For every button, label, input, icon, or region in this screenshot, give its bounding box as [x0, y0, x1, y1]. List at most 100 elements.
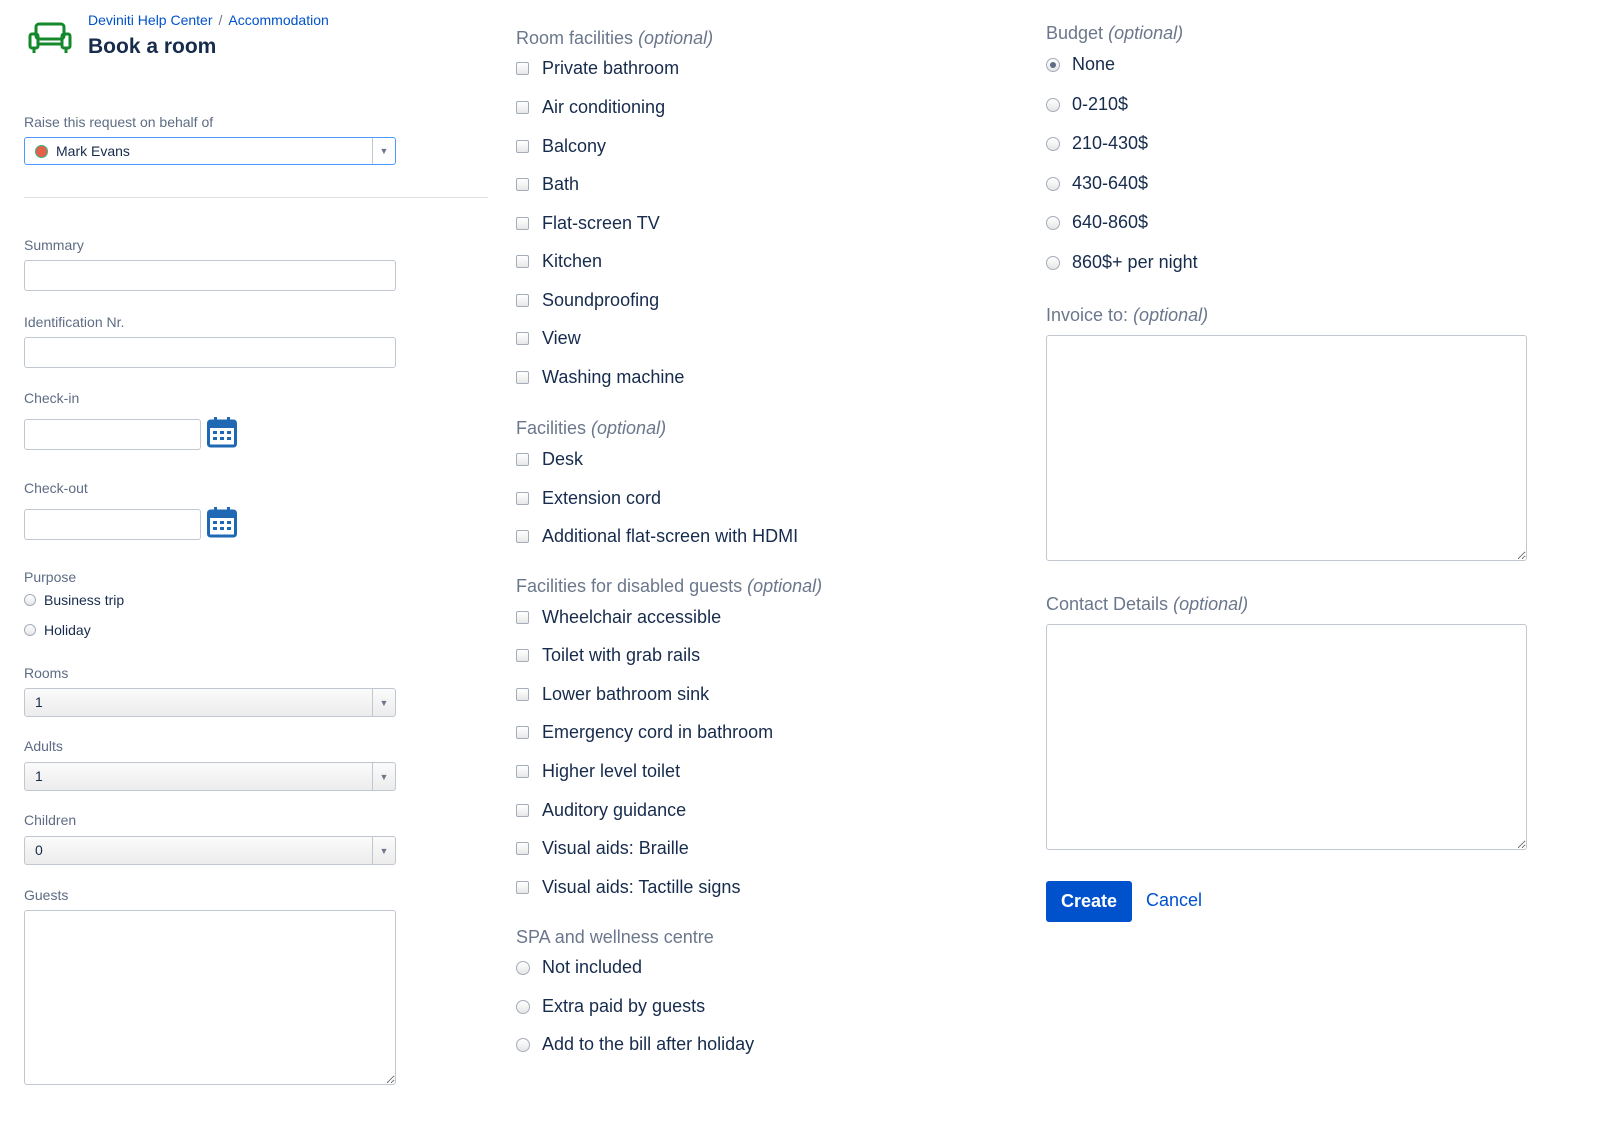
checkbox-auditory-guidance[interactable]: Auditory guidance: [516, 800, 686, 821]
radio-button[interactable]: [1046, 136, 1060, 151]
budget-option-0-210[interactable]: 0-210$: [1046, 94, 1128, 115]
radio-label: Not included: [542, 957, 643, 977]
summary-input[interactable]: [24, 260, 396, 291]
checkbox[interactable]: [516, 217, 529, 230]
rooms-select[interactable]: 1 ▼: [24, 688, 396, 717]
budget-label: Budget (optional): [1046, 23, 1183, 44]
adults-value: 1: [35, 768, 43, 784]
create-button[interactable]: Create: [1046, 881, 1132, 922]
children-select[interactable]: 0 ▼: [24, 836, 396, 865]
radio-label: None: [1072, 54, 1116, 74]
purpose-option-label: Holiday: [44, 622, 91, 638]
checkbox[interactable]: [516, 101, 529, 114]
radio-button[interactable]: [24, 624, 36, 636]
radio-button[interactable]: [516, 999, 530, 1014]
spa-option-not-included[interactable]: Not included: [516, 957, 642, 978]
checkbox-extension-cord[interactable]: Extension cord: [516, 488, 661, 509]
checkbox[interactable]: [516, 140, 529, 153]
adults-select[interactable]: 1 ▼: [24, 762, 396, 791]
radio-button[interactable]: [1046, 215, 1060, 230]
radio-button[interactable]: [1046, 176, 1060, 191]
checkbox[interactable]: [516, 765, 529, 778]
checkbox-visual-aids-tactile[interactable]: Visual aids: Tactille signs: [516, 877, 740, 898]
calendar-icon[interactable]: [207, 416, 237, 448]
checkbox-washing-machine[interactable]: Washing machine: [516, 367, 684, 388]
behalf-label: Raise this request on behalf of: [24, 114, 214, 130]
checkbox[interactable]: [516, 649, 529, 662]
invoice-textarea[interactable]: [1046, 335, 1527, 561]
budget-option-210-430[interactable]: 210-430$: [1046, 133, 1148, 154]
checkbox[interactable]: [516, 688, 529, 701]
radio-button[interactable]: [516, 1037, 530, 1052]
checkbox-label: Visual aids: Tactille signs: [542, 877, 741, 897]
checkbox[interactable]: [516, 492, 529, 505]
invoice-title: Invoice to:: [1046, 305, 1129, 325]
optional-tag: (optional): [638, 28, 714, 48]
budget-option-430-640[interactable]: 430-640$: [1046, 173, 1148, 194]
radio-button[interactable]: [1046, 57, 1060, 72]
checkbox-bath[interactable]: Bath: [516, 174, 579, 195]
contact-title: Contact Details: [1046, 594, 1169, 614]
checkbox[interactable]: [516, 294, 529, 307]
radio-button[interactable]: [1046, 255, 1060, 270]
radio-button[interactable]: [516, 960, 530, 975]
radio-button[interactable]: [1046, 97, 1060, 112]
checkbox-emergency-cord[interactable]: Emergency cord in bathroom: [516, 722, 773, 743]
radio-button[interactable]: [24, 594, 36, 606]
calendar-icon[interactable]: [207, 506, 237, 538]
cancel-link[interactable]: Cancel: [1146, 890, 1202, 911]
checkbox-view[interactable]: View: [516, 328, 581, 349]
checkbox-balcony[interactable]: Balcony: [516, 136, 606, 157]
chevron-down-icon: ▼: [372, 689, 395, 716]
idnr-label: Identification Nr.: [24, 314, 125, 330]
checkin-input[interactable]: [24, 419, 201, 450]
checkbox-desk[interactable]: Desk: [516, 449, 583, 470]
checkbox-label: Auditory guidance: [542, 800, 687, 820]
checkbox-higher-level-toilet[interactable]: Higher level toilet: [516, 761, 680, 782]
budget-option-860-plus[interactable]: 860$+ per night: [1046, 252, 1198, 273]
checkbox[interactable]: [516, 842, 529, 855]
checkbox-flat-screen-tv[interactable]: Flat-screen TV: [516, 213, 660, 234]
checkbox-wheelchair-accessible[interactable]: Wheelchair accessible: [516, 607, 721, 628]
checkbox-lower-bathroom-sink[interactable]: Lower bathroom sink: [516, 684, 709, 705]
breadcrumb-help-center[interactable]: Deviniti Help Center: [88, 12, 213, 28]
checkbox-label: Visual aids: Braille: [542, 838, 689, 858]
rooms-label: Rooms: [24, 665, 69, 681]
checkbox[interactable]: [516, 530, 529, 543]
checkbox-visual-aids-braille[interactable]: Visual aids: Braille: [516, 838, 689, 859]
checkout-input[interactable]: [24, 509, 201, 540]
budget-option-none[interactable]: None: [1046, 54, 1115, 75]
spa-option-add-to-bill[interactable]: Add to the bill after holiday: [516, 1034, 754, 1055]
guests-textarea[interactable]: [24, 910, 396, 1085]
checkbox[interactable]: [516, 332, 529, 345]
purpose-option-holiday[interactable]: Holiday: [24, 622, 91, 638]
checkbox[interactable]: [516, 881, 529, 894]
checkbox[interactable]: [516, 255, 529, 268]
header: Deviniti Help Center / Accommodation Book …: [28, 12, 488, 62]
idnr-input[interactable]: [24, 337, 396, 368]
spa-option-extra-paid[interactable]: Extra paid by guests: [516, 996, 705, 1017]
checkbox[interactable]: [516, 611, 529, 624]
checkbox[interactable]: [516, 62, 529, 75]
checkbox-label: Private bathroom: [542, 58, 680, 78]
checkbox[interactable]: [516, 371, 529, 384]
checkbox-toilet-grab-rails[interactable]: Toilet with grab rails: [516, 645, 700, 666]
checkbox-additional-flat-screen[interactable]: Additional flat-screen with HDMI: [516, 526, 798, 547]
breadcrumb-separator: /: [218, 12, 223, 28]
breadcrumb-accommodation[interactable]: Accommodation: [228, 12, 328, 28]
checkbox[interactable]: [516, 804, 529, 817]
chevron-down-icon: ▼: [372, 763, 395, 790]
checkbox-kitchen[interactable]: Kitchen: [516, 251, 602, 272]
checkbox-air-conditioning[interactable]: Air conditioning: [516, 97, 665, 118]
contact-textarea[interactable]: [1046, 624, 1527, 850]
behalf-select[interactable]: Mark Evans ▼: [24, 137, 396, 165]
checkbox[interactable]: [516, 453, 529, 466]
checkbox[interactable]: [516, 726, 529, 739]
radio-label: 0-210$: [1072, 94, 1129, 114]
checkbox[interactable]: [516, 178, 529, 191]
checkbox-soundproofing[interactable]: Soundproofing: [516, 290, 659, 311]
checkbox-private-bathroom[interactable]: Private bathroom: [516, 58, 679, 79]
purpose-option-business-trip[interactable]: Business trip: [24, 592, 124, 608]
checkbox-label: Desk: [542, 449, 584, 469]
budget-option-640-860[interactable]: 640-860$: [1046, 212, 1148, 233]
